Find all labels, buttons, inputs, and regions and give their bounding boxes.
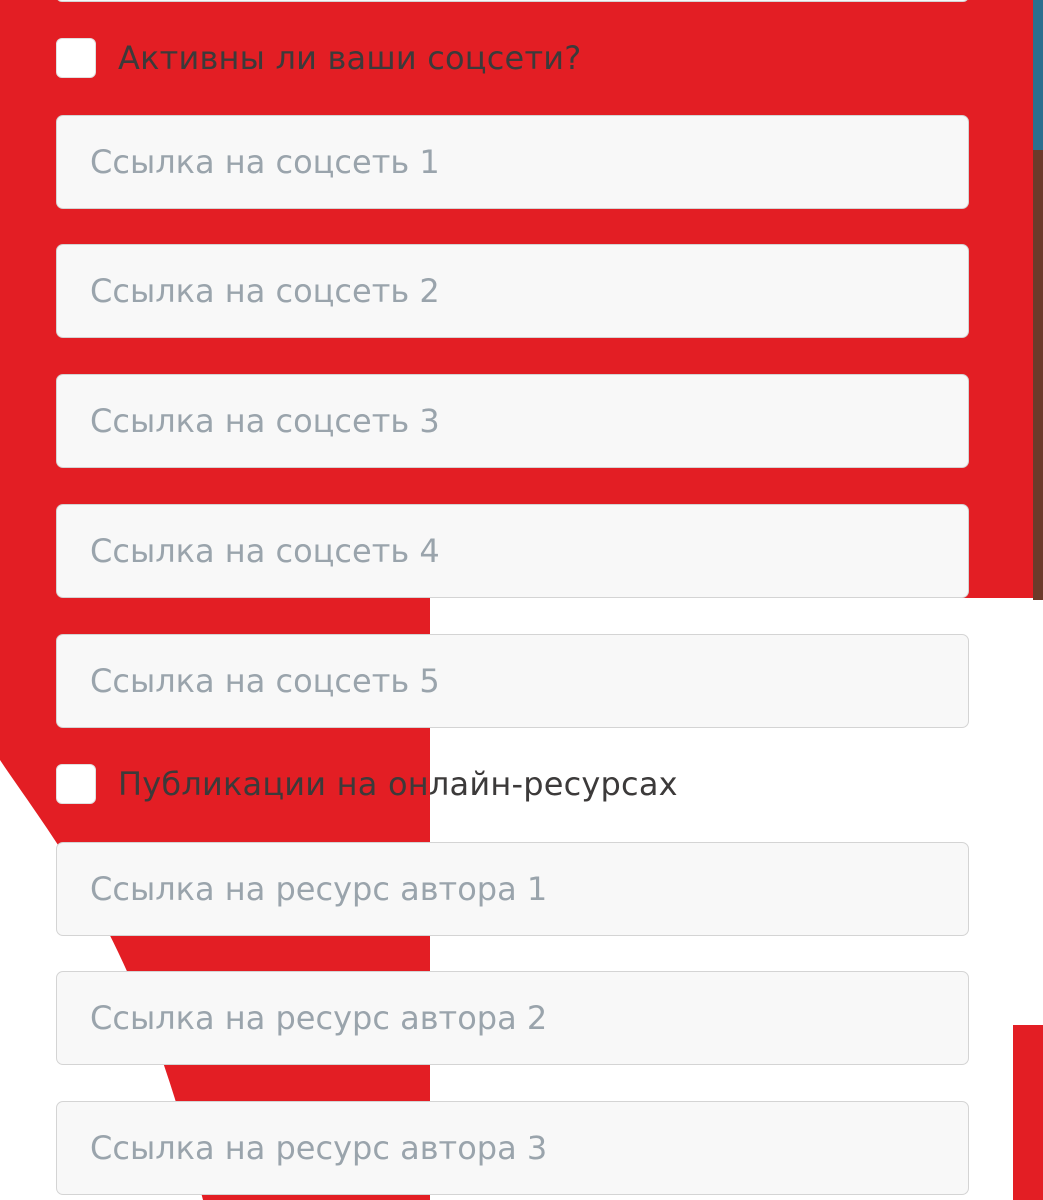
social-link-1-input[interactable]: [56, 115, 969, 209]
right-edge-photo: [1033, 150, 1043, 600]
red-shape-corner: [1013, 1025, 1043, 1200]
social-link-5-input[interactable]: [56, 634, 969, 728]
author-resource-2-input[interactable]: [56, 971, 969, 1065]
social-checkbox[interactable]: [56, 38, 96, 78]
publications-checkbox-label: Публикации на онлайн-ресурсах: [118, 765, 678, 803]
previous-input-edge: [56, 0, 969, 2]
author-resource-3-input[interactable]: [56, 1101, 969, 1195]
social-checkbox-row[interactable]: Активны ли ваши соцсети?: [56, 36, 581, 80]
publications-checkbox-row[interactable]: Публикации на онлайн-ресурсах: [56, 762, 678, 806]
publications-checkbox[interactable]: [56, 764, 96, 804]
social-link-2-input[interactable]: [56, 244, 969, 338]
author-resource-1-input[interactable]: [56, 842, 969, 936]
social-link-3-input[interactable]: [56, 374, 969, 468]
social-checkbox-label: Активны ли ваши соцсети?: [118, 39, 582, 77]
social-link-4-input[interactable]: [56, 504, 969, 598]
